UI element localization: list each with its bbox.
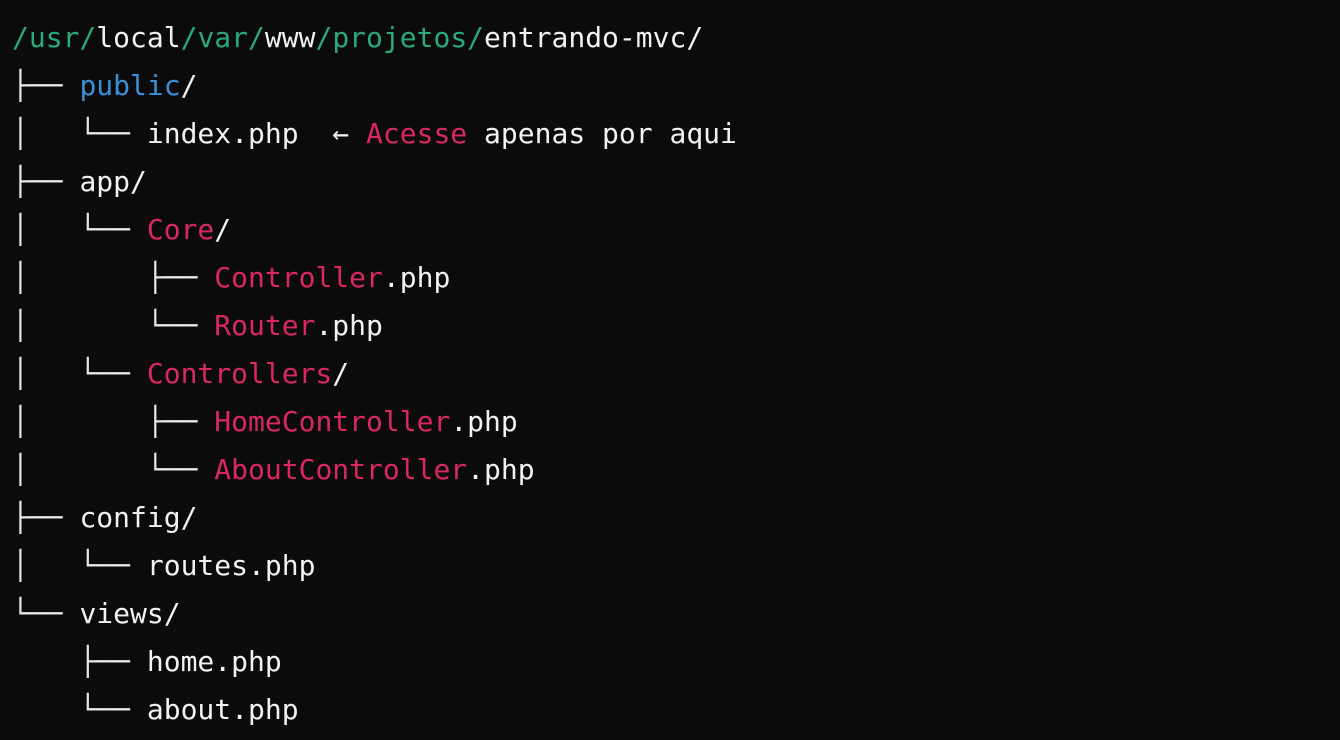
tree-connector: │ └──	[12, 453, 215, 486]
text-segment: HomeController	[214, 405, 451, 438]
text-segment: AboutController	[214, 453, 468, 486]
text-segment: /	[180, 69, 198, 102]
text-segment: .php	[382, 261, 451, 294]
text-segment: entrando-mvc/	[484, 21, 704, 54]
directory-tree: /usr/local/var/www/projetos/entrando-mvc…	[12, 14, 1332, 734]
text-segment: www	[264, 21, 316, 54]
text-segment: config/	[79, 501, 198, 534]
text-segment: Acesse	[366, 117, 468, 150]
text-segment: routes.php	[146, 549, 316, 582]
text-segment: views/	[79, 597, 181, 630]
tree-connector: ├──	[12, 165, 80, 198]
text-segment: Controllers	[146, 357, 333, 390]
text-segment: .php	[315, 309, 383, 342]
root-path-line: /usr/local/var/www/projetos/entrando-mvc…	[12, 14, 1332, 62]
file-line: └── about.php	[12, 686, 1332, 734]
folder-line: ├── config/	[12, 494, 1332, 542]
file-line: ├── home.php	[12, 638, 1332, 686]
text-segment: local	[96, 21, 181, 54]
tree-connector: │ └──	[12, 309, 215, 342]
text-segment: /	[214, 213, 232, 246]
text-segment: .php	[467, 453, 535, 486]
file-line: │ └── AboutController.php	[12, 446, 1332, 494]
file-line: │ ├── HomeController.php	[12, 398, 1332, 446]
file-line: │ └── Router.php	[12, 302, 1332, 350]
tree-connector: │ ├──	[12, 405, 215, 438]
text-segment: Controller	[214, 261, 383, 294]
text-segment: /usr/	[12, 21, 97, 54]
tree-connector: └──	[12, 693, 147, 726]
text-segment: index.php	[146, 117, 299, 150]
folder-line: ├── app/	[12, 158, 1332, 206]
text-segment: /	[332, 357, 350, 390]
tree-connector: ├──	[12, 501, 80, 534]
tree-connector: └──	[12, 597, 80, 630]
text-segment: apenas por aqui	[467, 117, 737, 150]
tree-connector: │ ├──	[12, 261, 215, 294]
file-line: │ ├── Controller.php	[12, 254, 1332, 302]
tree-connector: ├──	[12, 69, 80, 102]
tree-connector: │ └──	[12, 117, 147, 150]
text-segment: about.php	[146, 693, 299, 726]
folder-line: ├── public/	[12, 62, 1332, 110]
text-segment: /projetos/	[315, 21, 485, 54]
folder-line: │ └── Controllers/	[12, 350, 1332, 398]
tree-connector: ├──	[12, 645, 147, 678]
tree-connector: │ └──	[12, 549, 147, 582]
folder-line: │ └── Core/	[12, 206, 1332, 254]
text-segment: home.php	[146, 645, 282, 678]
file-line: │ └── index.php ← Acesse apenas por aqui	[12, 110, 1332, 158]
text-segment: .php	[450, 405, 518, 438]
folder-line: └── views/	[12, 590, 1332, 638]
text-segment: public	[79, 69, 181, 102]
text-segment: app/	[79, 165, 147, 198]
tree-connector: │ └──	[12, 213, 147, 246]
text-segment: Router	[214, 309, 316, 342]
text-segment: Core	[146, 213, 215, 246]
text-segment: /var/	[180, 21, 265, 54]
file-line: │ └── routes.php	[12, 542, 1332, 590]
tree-connector: │ └──	[12, 357, 147, 390]
arrow-icon: ←	[298, 117, 367, 150]
